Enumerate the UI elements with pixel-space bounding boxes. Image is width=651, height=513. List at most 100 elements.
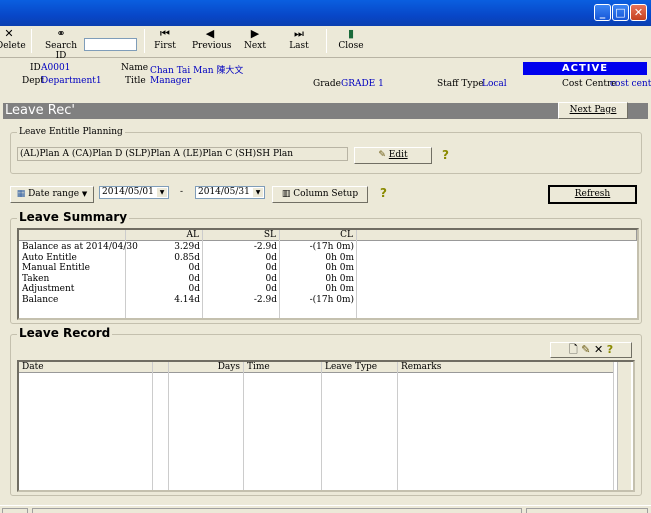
delete-button[interactable]: ✕ Delete <box>0 27 26 51</box>
summary-row[interactable]: Adjustment 0d 0d 0h 0m <box>19 284 637 295</box>
search-id-button[interactable]: ⚭ Search ID <box>40 27 82 61</box>
employee-staff-type: Local <box>482 79 507 89</box>
leave-summary-table[interactable]: AL SL CL Balance as at 2014/04/30 3.29d -2… <box>17 228 639 320</box>
previous-label: Previous <box>192 41 232 51</box>
column-setup-label: Column Setup <box>293 189 359 199</box>
first-button[interactable]: ⏮ First <box>152 27 178 51</box>
employee-grade: GRADE 1 <box>341 79 384 89</box>
chevron-down-icon[interactable]: ▼ <box>157 188 167 197</box>
leave-summary-title: Leave Summary <box>17 210 130 224</box>
refresh-button[interactable]: Refresh <box>548 185 637 204</box>
last-button[interactable]: ⏭ Last <box>286 27 312 51</box>
grade-label: Grade <box>313 79 341 89</box>
summary-cell: 0d <box>188 273 201 284</box>
chevron-down-icon[interactable]: ▼ <box>253 188 263 197</box>
column-divider <box>152 362 153 490</box>
maximize-button[interactable]: □ <box>612 4 629 21</box>
chevron-down-icon: ▼ <box>81 190 88 198</box>
help-icon[interactable]: ? <box>442 148 449 162</box>
date-separator: - <box>180 187 184 197</box>
summary-col-header-cl[interactable]: CL <box>280 230 357 241</box>
summary-row[interactable]: Balance 4.14d -2.9d -(17h 0m) <box>19 295 637 306</box>
help-icon[interactable]: ? <box>380 186 387 200</box>
summary-cell: 0h 0m <box>325 252 354 263</box>
summary-cell: Taken <box>22 273 50 284</box>
window-close-button[interactable]: ✕ <box>630 4 647 21</box>
summary-row[interactable]: Manual Entitle 0d 0d 0h 0m <box>19 263 637 274</box>
summary-cell: 0h 0m <box>325 263 354 273</box>
date-range-label: Date range <box>28 189 80 199</box>
title-label: Title <box>125 76 146 86</box>
columns-icon: ▥ <box>281 189 291 199</box>
summary-col-header[interactable] <box>19 230 126 241</box>
summary-cell: 0.85d <box>174 252 200 263</box>
record-col-header-remarks[interactable]: Remarks <box>398 362 614 373</box>
employee-name: Chan Tai Man 陳大文 <box>150 66 244 76</box>
summary-cell: Balance <box>22 294 59 305</box>
toolbar: ✕ Delete ⚭ Search ID ⏮ First ◀ Previous … <box>0 26 651 61</box>
record-col-header-date[interactable]: Date <box>19 362 153 373</box>
last-label: Last <box>289 41 309 51</box>
date-range-dropdown[interactable]: ▦ Date range ▼ <box>10 186 94 203</box>
summary-cell: 4.14d <box>174 294 200 305</box>
next-icon: ▶ <box>250 27 260 40</box>
summary-row[interactable]: Balance as at 2014/04/30 3.29d -2.9d -(17h … <box>19 242 637 253</box>
record-toolbar: 🗋 ✎ ✕ ? <box>550 342 632 358</box>
pencil-icon[interactable]: ✎ <box>581 343 590 356</box>
summary-row[interactable]: Auto Entitle 0.85d 0d 0h 0m <box>19 253 637 264</box>
column-setup-button[interactable]: ▥ Column Setup <box>272 186 368 203</box>
panel-header: Leave Rec' <box>3 103 648 119</box>
scrollbar[interactable] <box>617 362 631 490</box>
summary-cell: 3.29d <box>174 242 200 252</box>
record-col-header-blank[interactable] <box>153 362 169 373</box>
close-button[interactable]: ▮ Close <box>337 27 365 51</box>
date-from-value: 2014/05/01 <box>102 187 154 197</box>
summary-cell: -2.9d <box>253 294 277 305</box>
employee-title: Manager <box>150 76 192 86</box>
staff-type-label: Staff Type <box>437 79 484 89</box>
date-to-input[interactable]: 2014/05/31 ▼ <box>195 186 265 199</box>
leave-record-table[interactable]: Date Days Time Leave Type Remarks <box>17 360 635 492</box>
summary-col-header-sl[interactable]: SL <box>203 230 280 241</box>
last-record-icon: ⏭ <box>294 27 304 40</box>
record-col-header-days[interactable]: Days <box>169 362 244 373</box>
next-page-button[interactable]: Next Page <box>558 102 628 119</box>
toolbar-separator <box>31 29 32 53</box>
new-document-icon[interactable]: 🗋 <box>569 343 578 356</box>
first-label: First <box>154 41 176 51</box>
toolbar-separator <box>326 29 327 53</box>
first-record-icon: ⏮ <box>160 27 170 40</box>
employee-header: ID A0001 Dept Department1 Name Chan Tai … <box>0 59 651 99</box>
summary-col-header-al[interactable]: AL <box>126 230 203 241</box>
status-segment <box>526 508 648 513</box>
edit-label: Edit <box>388 150 408 160</box>
previous-icon: ◀ <box>205 27 215 40</box>
calendar-icon: ▦ <box>16 189 26 199</box>
next-button[interactable]: ▶ Next <box>242 27 268 51</box>
entitle-planning-label: Leave Entitle Planning <box>17 127 125 137</box>
delete-icon: ✕ <box>4 27 14 40</box>
id-label: ID <box>30 63 41 73</box>
summary-row[interactable]: Taken 0d 0d 0h 0m <box>19 274 637 285</box>
refresh-label: Refresh <box>574 189 611 199</box>
summary-cell: Adjustment <box>22 284 75 294</box>
edit-button[interactable]: ✎ Edit <box>354 147 432 164</box>
next-label: Next <box>244 41 266 51</box>
previous-button[interactable]: ◀ Previous <box>192 27 232 51</box>
record-col-header-time[interactable]: Time <box>244 362 322 373</box>
employee-dept: Department1 <box>41 76 102 86</box>
summary-cell: 0d <box>265 284 278 294</box>
door-icon: ▮ <box>347 27 355 40</box>
help-icon[interactable]: ? <box>607 343 613 356</box>
search-id-input[interactable] <box>84 38 137 51</box>
pencil-icon: ✎ <box>378 150 386 160</box>
date-from-input[interactable]: 2014/05/01 ▼ <box>99 186 169 199</box>
delete-icon[interactable]: ✕ <box>594 343 603 356</box>
summary-cell: Manual Entitle <box>22 263 90 273</box>
summary-cell: 0d <box>265 252 278 263</box>
window-title-bar: _ □ ✕ <box>0 0 651 26</box>
summary-cell: -(17h 0m) <box>309 294 354 305</box>
minimize-button[interactable]: _ <box>594 4 611 21</box>
record-col-header-leave-type[interactable]: Leave Type <box>322 362 398 373</box>
delete-label: Delete <box>0 41 26 51</box>
